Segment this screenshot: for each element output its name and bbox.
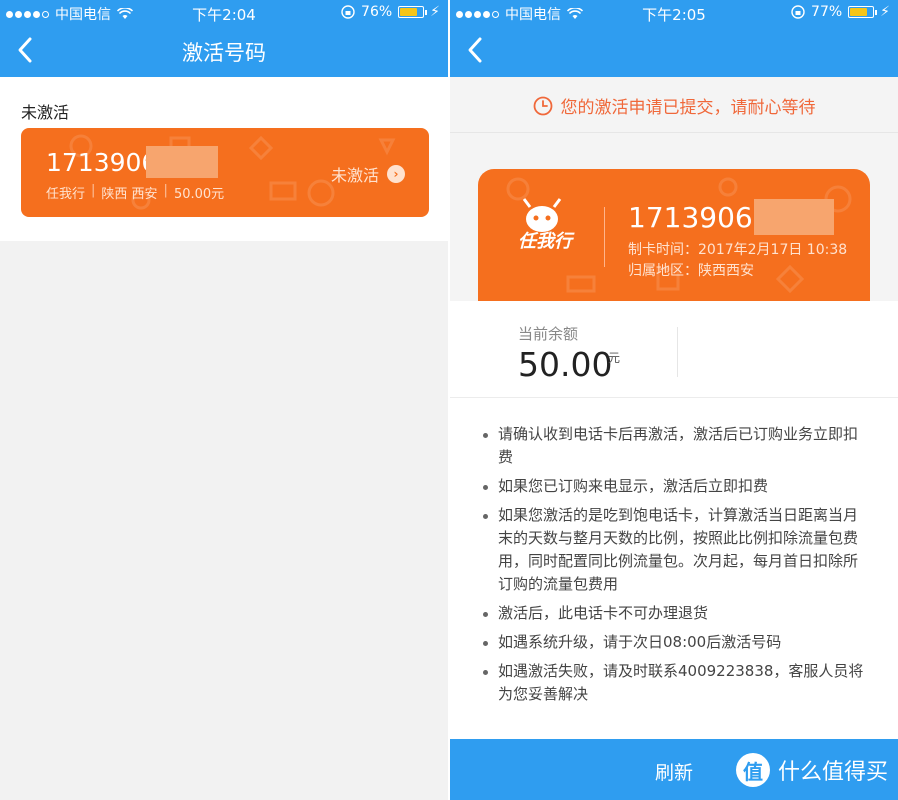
activate-button[interactable]: 未激活 › [331, 162, 405, 186]
note-item: 请确认收到电话卡后再激活，激活后已订购业务立即扣费 [480, 423, 870, 469]
battery-icon [398, 6, 428, 18]
meta-separator: | [163, 183, 168, 198]
balance-value: 50.00 [518, 345, 613, 384]
card-amount: 50.00元 [173, 187, 225, 202]
card-number: 1713906 [46, 148, 158, 177]
status-right: 77% ⚡ [791, 4, 890, 20]
card-status-label: 未激活 [330, 166, 379, 185]
submission-notice: 您的激活申请已提交，请耐心等待 [450, 77, 898, 133]
sim-card-detail: 任我行 1713906 制卡时间：2017年2月17日 10:38 归属地区：陕… [478, 169, 870, 301]
note-item: 如果您已订购来电显示，激活后立即扣费 [480, 475, 870, 498]
card-made-time: 制卡时间：2017年2月17日 10:38 [628, 242, 848, 258]
note-item: 如遇激活失败，请及时联系4009223838，客服人员将为您妥善解决 [480, 660, 870, 706]
watermark-text: 什么值得买 [777, 760, 888, 785]
watermark: 值 什么值得买 [735, 753, 888, 787]
card-number: 1713906 [628, 201, 753, 234]
card-plan: 任我行 [46, 187, 86, 202]
back-icon[interactable] [464, 36, 488, 64]
chevron-right-icon: › [387, 165, 405, 183]
orientation-lock-icon [791, 5, 805, 19]
battery-percent: 76% [361, 4, 393, 20]
note-item: 激活后，此电话卡不可办理退货 [480, 602, 870, 625]
nav-bar: 激活号码 [0, 24, 448, 77]
card-region: 陕西 西安 [101, 187, 158, 202]
left-screen: 中国电信 下午2:04 76% ⚡ 激活号码 未激活 1713906 任我行 |… [0, 0, 448, 800]
notice-text: 您的激活申请已提交，请耐心等待 [560, 98, 816, 118]
battery-percent: 77% [811, 4, 843, 20]
battery-level [850, 8, 868, 16]
card-meta: 任我行 | 陕西 西安 | 50.00元 [46, 183, 224, 202]
balance-unit: 元 [608, 351, 621, 365]
note-item: 如果您激活的是吃到饱电话卡，计算激活当日距离当月末的天数与整月天数的比例，按照此… [480, 504, 870, 596]
status-right: 76% ⚡ [341, 4, 440, 20]
status-bar: 中国电信 下午2:05 77% ⚡ [450, 0, 898, 24]
section-label-inactive: 未激活 [21, 103, 70, 122]
nav-bar [450, 24, 898, 77]
right-screen: 中国电信 下午2:05 77% ⚡ 您的激活申请已提交，请耐心等待 任我行 17… [450, 0, 898, 800]
note-item: 如遇系统升级，请于次日08:00后激活号码 [480, 631, 870, 654]
card-divider [604, 207, 605, 267]
clock-icon [533, 96, 552, 115]
status-bar: 中国电信 下午2:04 76% ⚡ [0, 0, 448, 24]
balance-section: 当前余额 50.00 元 [450, 301, 898, 398]
smzdm-logo-icon: 值 [735, 753, 770, 787]
meta-separator: | [91, 183, 96, 198]
sim-card-item[interactable]: 1713906 任我行 | 陕西 西安 | 50.00元 未激活 › [21, 128, 429, 217]
card-region: 归属地区：陕西西安 [628, 263, 754, 279]
top-bar: 中国电信 下午2:04 76% ⚡ 激活号码 [0, 0, 448, 77]
activation-notes: 请确认收到电话卡后再激活，激活后已订购业务立即扣费 如果您已订购来电显示，激活后… [480, 423, 870, 712]
page-title: 激活号码 [182, 41, 266, 65]
charging-icon: ⚡ [430, 4, 440, 20]
charging-icon: ⚡ [880, 4, 890, 20]
balance-label: 当前余额 [518, 325, 579, 343]
battery-level [400, 8, 417, 16]
balance-divider [677, 327, 678, 377]
logo-text: 任我行 [518, 231, 572, 252]
top-bar: 中国电信 下午2:05 77% ⚡ [450, 0, 898, 77]
orientation-lock-icon [341, 5, 355, 19]
bottom-bar: 刷新 值 什么值得买 [450, 739, 898, 800]
number-redaction [754, 199, 834, 235]
number-redaction [146, 146, 218, 178]
battery-icon [848, 6, 878, 18]
number-list: 未激活 1713906 任我行 | 陕西 西安 | 50.00元 未激活 › [0, 77, 448, 241]
